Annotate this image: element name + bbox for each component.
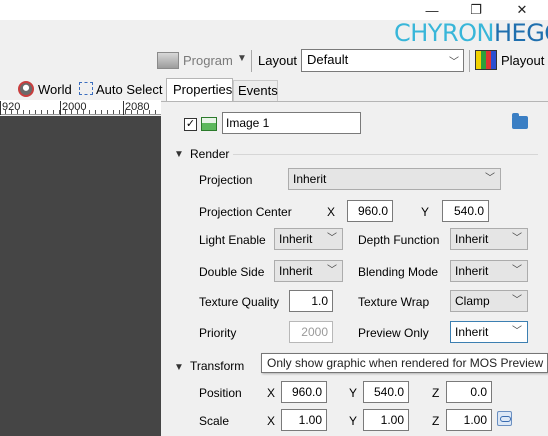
blending-mode-value: Inherit [455,264,489,278]
double-side-select[interactable]: Inherit ﹀ [274,260,343,282]
close-button[interactable]: ✕ [508,0,536,20]
light-enable-select[interactable]: Inherit ﹀ [274,228,343,250]
toolbar-separator [469,50,470,72]
projection-center-label: Projection Center [199,205,292,219]
close-icon: ✕ [516,2,528,17]
chevron-down-icon: ﹀ [485,173,495,184]
ruler-label: 2000 [62,101,87,113]
texture-wrap-select[interactable]: Clamp ﹀ [450,290,528,312]
tab-properties[interactable]: Properties [166,78,233,101]
position-x-input[interactable]: 960.0 [281,381,327,403]
chevron-down-icon: ﹀ [512,233,522,244]
world-button[interactable]: World [38,82,72,97]
projection-center-x-input[interactable]: 960.0 [347,200,393,222]
priority-label: Priority [199,326,237,340]
restore-icon: ❐ [470,2,482,17]
chyronhego-logo: CHYRONHEGO [394,19,548,47]
preview-only-value: Inherit [455,325,489,339]
texture-quality-label: Texture Quality [199,295,280,309]
projection-label: Projection [199,173,253,187]
chevron-down-icon: ﹀ [512,295,522,306]
texture-quality-input[interactable]: 1.0 [289,290,333,312]
minimize-icon: — [425,2,439,18]
depth-function-select[interactable]: Inherit ﹀ [450,228,528,250]
projection-value: Inherit [293,172,327,186]
priority-input: 2000 [289,321,333,343]
image-icon [201,117,217,131]
position-label: Position [199,386,242,400]
toolbar-separator [251,50,252,72]
scale-x-input[interactable]: 1.00 [281,409,327,431]
chevron-down-icon: ﹀ [327,265,337,276]
x-label: X [267,386,276,400]
z-label: Z [432,386,440,400]
logo-part-1: CHYRON [394,19,494,47]
ruler-label: 2080 [125,101,150,113]
logo-part-2: HEGO [493,19,548,47]
x-label: X [327,205,336,219]
projection-center-y-input[interactable]: 540.0 [442,200,489,222]
layout-label: Layout [258,53,298,68]
scale-y-input[interactable]: 1.00 [363,409,409,431]
z-label: Z [432,414,440,428]
blending-mode-label: Blending Mode [358,265,439,279]
collapse-chevron-icon[interactable]: ▼ [174,362,184,373]
depth-function-value: Inherit [455,232,489,246]
y-label: Y [349,386,358,400]
playout-icon[interactable] [475,50,497,70]
light-enable-label: Light Enable [199,233,266,247]
object-name-value: Image 1 [226,116,270,130]
auto-select-button[interactable]: Auto Select [96,82,163,97]
blending-mode-select[interactable]: Inherit ﹀ [450,260,528,282]
double-side-value: Inherit [279,264,313,278]
depth-function-label: Depth Function [358,233,440,247]
y-label: Y [421,205,430,219]
tab-label: Properties [173,82,233,97]
projection-select[interactable]: Inherit ﹀ [288,168,501,190]
light-enable-value: Inherit [279,232,313,246]
program-label[interactable]: Program [183,53,233,68]
tab-events[interactable]: Events [233,80,278,101]
tab-label: Events [238,83,278,98]
y-label: Y [349,414,358,428]
program-dropdown-icon[interactable]: ▼ [237,53,247,64]
restore-button[interactable]: ❐ [462,0,490,20]
double-side-label: Double Side [199,265,265,279]
preview-only-label: Preview Only [358,326,429,340]
chevron-down-icon: ﹀ [512,265,522,276]
ruler-major-tick [60,101,61,115]
link-scale-icon[interactable] [497,411,512,426]
folder-icon[interactable] [512,113,528,129]
section-title-render: Render [190,147,230,161]
auto-select-icon[interactable] [79,82,93,95]
layout-select-value: Default [307,52,349,67]
playout-button[interactable]: Playout [501,53,544,68]
position-z-input[interactable]: 0.0 [446,381,492,403]
scale-label: Scale [199,414,230,428]
scale-z-input[interactable]: 1.00 [446,409,492,431]
position-y-input[interactable]: 540.0 [363,381,409,403]
program-swatch-icon[interactable] [157,52,179,69]
preview-only-tooltip: Only show graphic when rendered for MOS … [261,353,548,373]
ruler-label: 920 [2,101,21,113]
chevron-down-icon: ﹀ [327,233,337,244]
ruler-major-tick [0,101,1,115]
preview-only-select[interactable]: Inherit ﹀ [450,321,528,343]
chevron-down-icon: ﹀ [512,326,522,337]
x-label: X [267,414,276,428]
minimize-button[interactable]: — [418,0,446,20]
world-icon[interactable] [18,81,34,97]
section-divider [233,154,538,155]
ruler-major-tick [123,101,124,115]
chevron-down-icon: ﹀ [449,57,459,68]
section-title-transform: Transform [190,359,245,373]
texture-wrap-label: Texture Wrap [358,295,430,309]
preview-canvas[interactable] [0,116,161,436]
visible-checkbox[interactable]: ✓ [184,118,197,131]
texture-wrap-value: Clamp [455,294,490,308]
collapse-chevron-icon[interactable]: ▼ [174,149,184,160]
